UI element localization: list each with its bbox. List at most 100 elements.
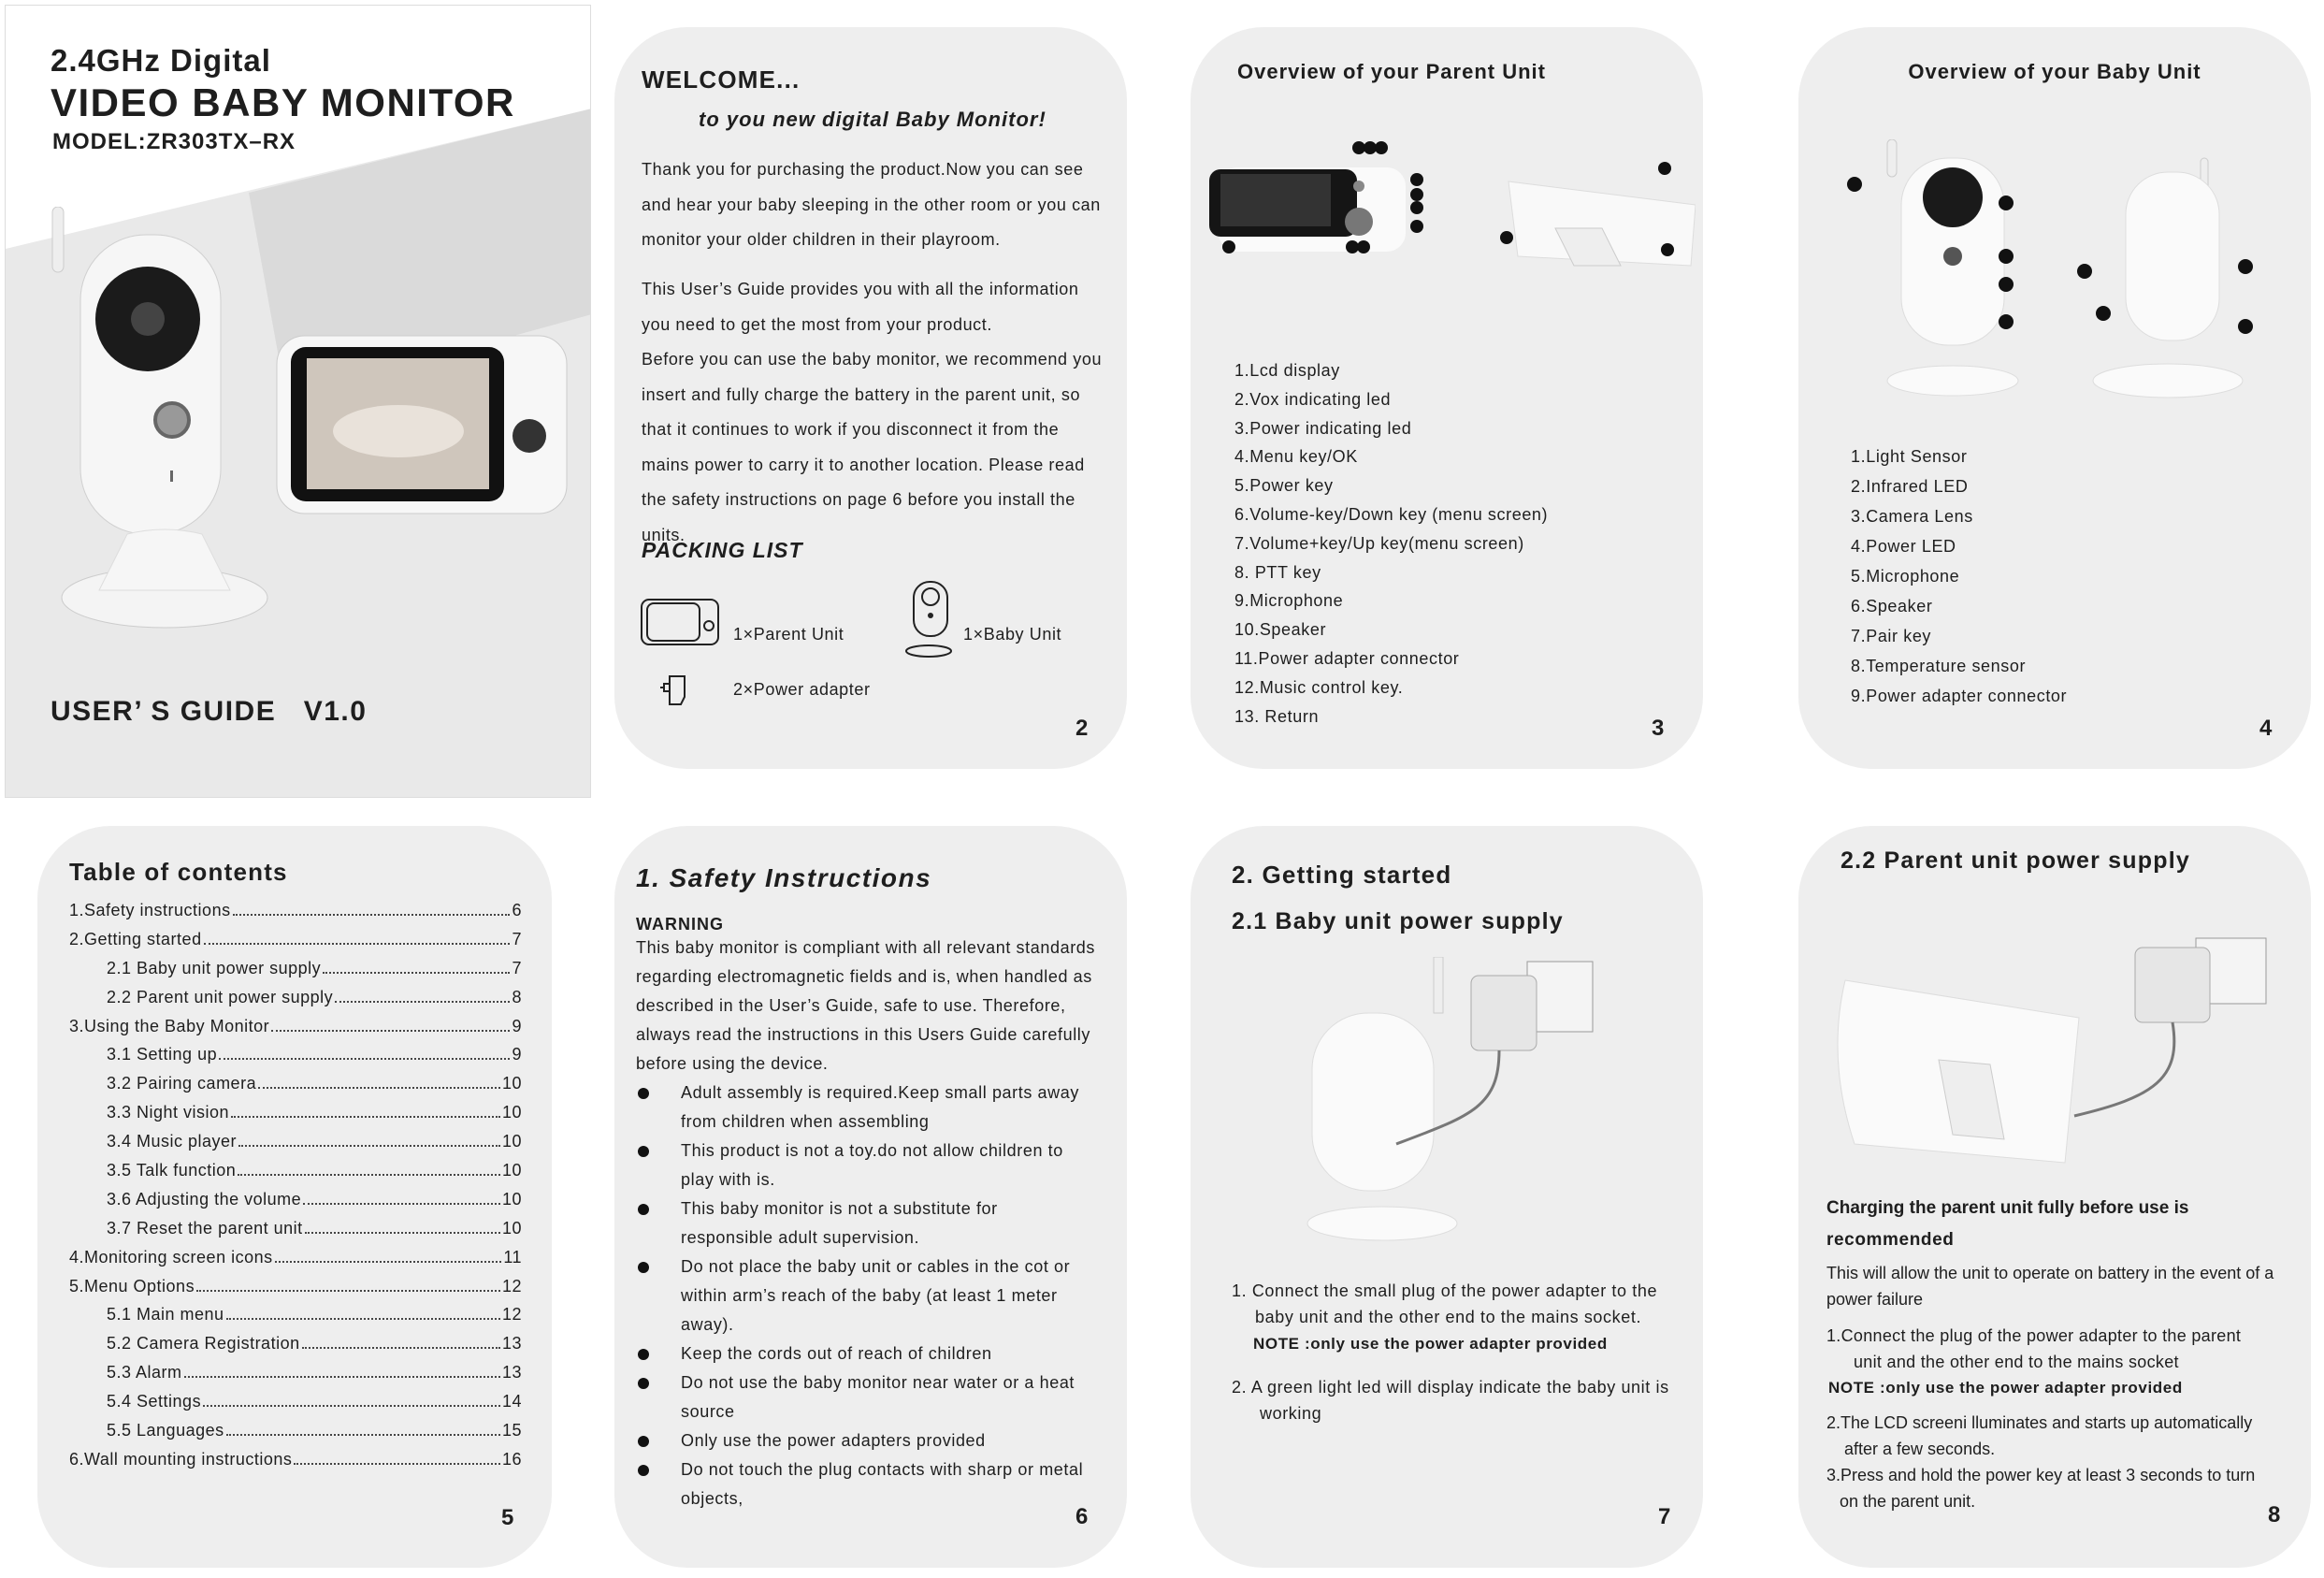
safety-bullet: Do not place the baby unit or cables in … [636, 1252, 1085, 1339]
page-number: 3 [1652, 716, 1665, 741]
toc-entry-page: 15 [501, 1421, 522, 1440]
toc-dot-leader [219, 1058, 511, 1061]
toc-entry-label: 2.1 Baby unit power supply [107, 958, 322, 977]
parent-part-item: 12.Music control key. [1234, 677, 1404, 697]
toc-entry[interactable]: 5.5 Languages 15 [69, 1421, 522, 1450]
toc-entry-label: 5.3 Alarm [107, 1363, 182, 1383]
safety-bullet: This baby monitor is not a substitute fo… [636, 1194, 1085, 1252]
welcome-paragraph: Thank you for purchasing the product.Now… [642, 160, 1101, 249]
safety-bullet-text: This product is not a toy.do not allow c… [681, 1141, 1063, 1189]
safety-title: 1. Safety Instructions [636, 863, 932, 892]
page-number: 7 [1658, 1504, 1671, 1529]
toc-entry[interactable]: 3.7 Reset the parent unit 10 [69, 1219, 522, 1248]
warning-text: This baby monitor is compliant with all … [636, 938, 1096, 1073]
toc-entry[interactable]: 3.2 Pairing camera 10 [69, 1074, 522, 1103]
safety-bullet: Keep the cords out of reach of children [636, 1339, 1085, 1368]
power-adapter-label: 2×Power adapter [733, 680, 871, 699]
toc-entry-label: 2.2 Parent unit power supply [107, 987, 334, 1006]
toc-entry-page: 12 [501, 1305, 522, 1325]
baby-unit-icon [905, 581, 952, 658]
parent-unit-power-illustration [1837, 937, 2267, 1164]
cover-model: MODEL:ZR303TX–RX [52, 129, 296, 154]
toc-entry-label: 3.2 Pairing camera [107, 1074, 257, 1093]
toc-entry[interactable]: 1.Safety instructions 6 [69, 901, 522, 930]
baby-part-item: 5.Microphone [1851, 567, 1960, 586]
toc-entry-page: 14 [501, 1392, 522, 1412]
toc-entry-page: 10 [501, 1132, 522, 1151]
toc-entry[interactable]: 5.2 Camera Registration 13 [69, 1334, 522, 1363]
toc-entry[interactable]: 2.2 Parent unit power supply 8 [69, 988, 522, 1017]
toc-entry-label: 3.4 Music player [107, 1132, 238, 1151]
baby-unit-diagram [1847, 139, 2253, 398]
packing-list-title: PACKING LIST [642, 538, 803, 562]
power-adapter-icon [660, 675, 686, 705]
safety-bullet: Adult assembly is required.Keep small pa… [636, 1079, 1085, 1136]
toc-entry[interactable]: 5.1 Main menu 12 [69, 1305, 522, 1334]
toc-dot-leader [203, 942, 511, 945]
toc-entry-label: 2.Getting started [69, 929, 202, 948]
battery-info-2: power failure [1826, 1290, 1924, 1309]
parent-unit-label: 1×Parent Unit [733, 625, 844, 644]
toc-entry[interactable]: 5.Menu Options 12 [69, 1277, 522, 1306]
step-2: 2. A green light led will display indica… [1232, 1378, 1669, 1397]
product-image [51, 207, 568, 629]
step-2-cont: working [1260, 1404, 1322, 1423]
charging-heading-2: recommended [1826, 1230, 1955, 1250]
toc-entry-page: 10 [501, 1103, 522, 1122]
toc-dot-leader [238, 1174, 500, 1177]
page-number: 6 [1075, 1504, 1089, 1529]
bullet-icon [638, 1378, 649, 1389]
parent-part-item: 5.Power key [1234, 476, 1334, 496]
step-2-cont: after a few seconds. [1844, 1440, 1996, 1458]
toc-entry-label: 3.7 Reset the parent unit [107, 1218, 303, 1238]
page-8-parent-power: 2.2 Parent unit power supply Charging th… [1798, 826, 2311, 1568]
toc-list: 1.Safety instructions 6 2.Getting started 7… [69, 901, 522, 1479]
toc-entry-label: 5.Menu Options [69, 1276, 195, 1296]
baby-part-item: 1.Light Sensor [1851, 447, 1968, 466]
toc-entry[interactable]: 3.3 Night vision 10 [69, 1103, 522, 1132]
parent-part-item: 7.Volume+key/Up key(menu screen) [1234, 533, 1524, 553]
page-6-safety: 1. Safety Instructions WARNING This baby… [614, 826, 1127, 1568]
toc-entry[interactable]: 3.6 Adjusting the volume 10 [69, 1190, 522, 1219]
toc-entry[interactable]: 3.1 Setting up 9 [69, 1045, 522, 1074]
toc-entry-page: 10 [501, 1161, 522, 1180]
toc-entry[interactable]: 5.4 Settings 14 [69, 1392, 522, 1421]
toc-dot-leader [196, 1289, 500, 1292]
toc-entry-page: 12 [501, 1276, 522, 1296]
toc-entry[interactable]: 6.Wall mounting instructions 16 [69, 1450, 522, 1479]
page-4-baby-overview: Overview of your Baby Unit 1.Light Senso… [1798, 27, 2311, 769]
toc-dot-leader [225, 1318, 500, 1321]
toc-entry[interactable]: 3.4 Music player 10 [69, 1132, 522, 1161]
parent-part-item: 11.Power adapter connector [1234, 648, 1460, 668]
toc-entry[interactable]: 4.Monitoring screen icons 11 [69, 1248, 522, 1277]
safety-bullet: Only use the power adapters provided [636, 1426, 1085, 1455]
toc-entry-label: 3.5 Talk function [107, 1161, 237, 1180]
step-1: 1. Connect the small plug of the power a… [1232, 1281, 1658, 1300]
toc-dot-leader [301, 1347, 500, 1350]
baby-part-item: 6.Speaker [1851, 597, 1933, 615]
toc-entry[interactable]: 5.3 Alarm 13 [69, 1363, 522, 1392]
safety-bullet-text: This baby monitor is not a substitute fo… [681, 1199, 998, 1247]
toc-dot-leader [238, 1145, 500, 1148]
parent-unit-diagram [1209, 141, 1696, 267]
toc-entry-page: 13 [501, 1334, 522, 1354]
toc-entry[interactable]: 3.5 Talk function 10 [69, 1161, 522, 1190]
baby-part-item: 3.Camera Lens [1851, 507, 1973, 526]
getting-started-title: 2. Getting started [1232, 861, 1452, 889]
toc-entry[interactable]: 2.Getting started 7 [69, 930, 522, 959]
toc-dot-leader [303, 1202, 500, 1205]
toc-dot-leader [231, 1116, 500, 1119]
page-number: 8 [2268, 1502, 2281, 1527]
toc-entry-page: 13 [501, 1363, 522, 1383]
cover-guide-version: USER’ S GUIDE V1.0 [51, 696, 368, 727]
parent-part-item: 6.Volume-key/Down key (menu screen) [1234, 504, 1549, 524]
toc-dot-leader [335, 1000, 511, 1003]
toc-entry[interactable]: 3.Using the Baby Monitor 9 [69, 1017, 522, 1046]
baby-part-item: 2.Infrared LED [1851, 477, 1969, 496]
bullet-icon [638, 1262, 649, 1273]
note: NOTE :only use the power adapter provide… [1828, 1379, 2183, 1397]
toc-dot-leader [225, 1434, 500, 1437]
charging-heading-1: Charging the parent unit fully before us… [1826, 1198, 2189, 1218]
toc-entry[interactable]: 2.1 Baby unit power supply 7 [69, 959, 522, 988]
welcome-title: WELCOME... [642, 65, 801, 94]
